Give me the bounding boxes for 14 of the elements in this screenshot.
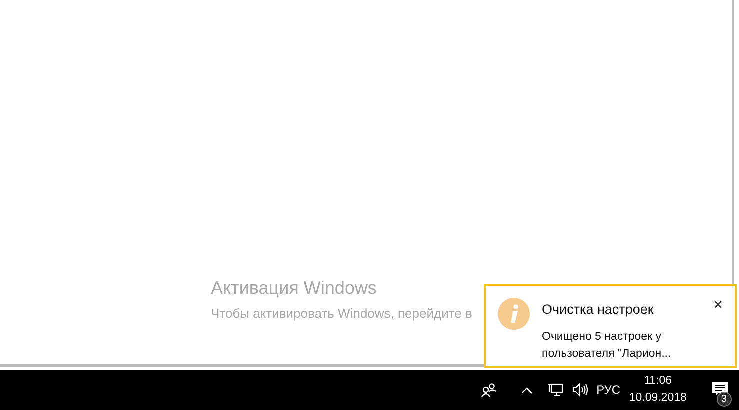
speaker-icon[interactable]	[572, 383, 588, 397]
notification-message: Очищено 5 настроек у пользователя "Ларион...	[542, 330, 672, 362]
info-icon	[498, 298, 530, 330]
chevron-up-icon[interactable]	[520, 386, 533, 394]
activation-title: Активация Windows	[211, 277, 377, 300]
people-icon[interactable]	[480, 383, 497, 397]
notification-count: 3	[716, 392, 732, 407]
notification-toast[interactable]: Очистка настроек Очищено 5 настроек у пользователя "Ларион... ×	[484, 284, 737, 368]
notification-title: Очистка настроек	[542, 301, 654, 319]
close-button[interactable]: ×	[714, 298, 723, 314]
clock[interactable]: 11:06 10.09.2018	[626, 373, 690, 407]
activation-text: Чтобы активировать Windows, перейдите в	[211, 305, 472, 323]
network-icon[interactable]	[547, 383, 564, 397]
language-indicator[interactable]: РУС	[591, 370, 626, 410]
